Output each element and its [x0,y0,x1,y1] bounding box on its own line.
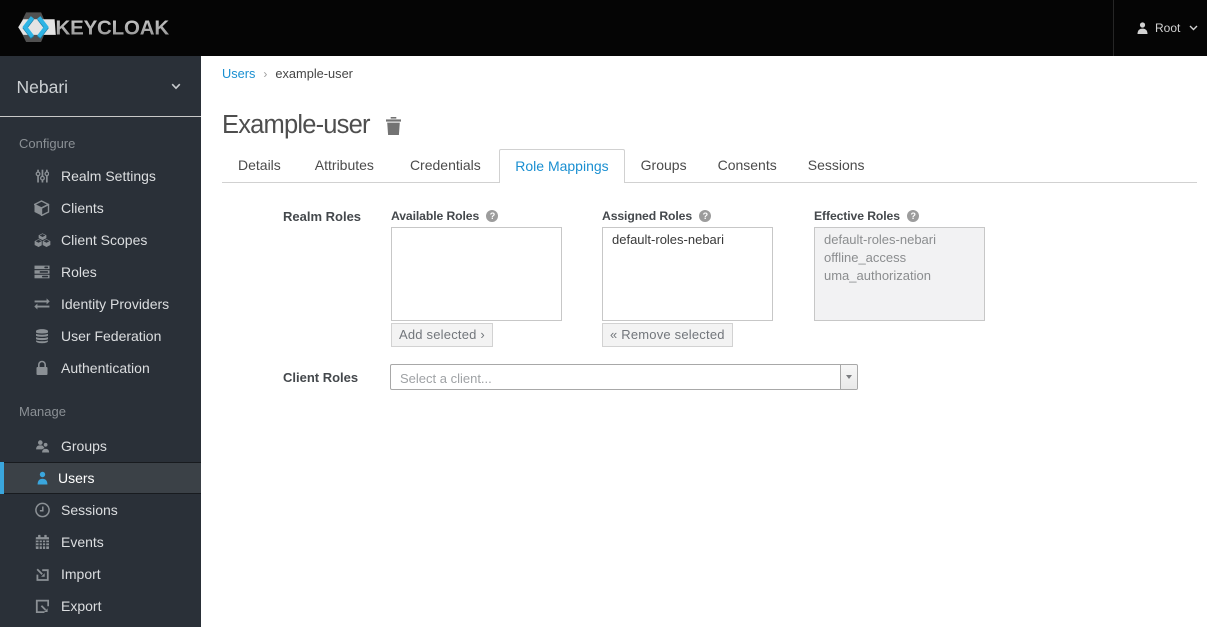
svg-text:KEYCLOAK: KEYCLOAK [56,17,170,40]
